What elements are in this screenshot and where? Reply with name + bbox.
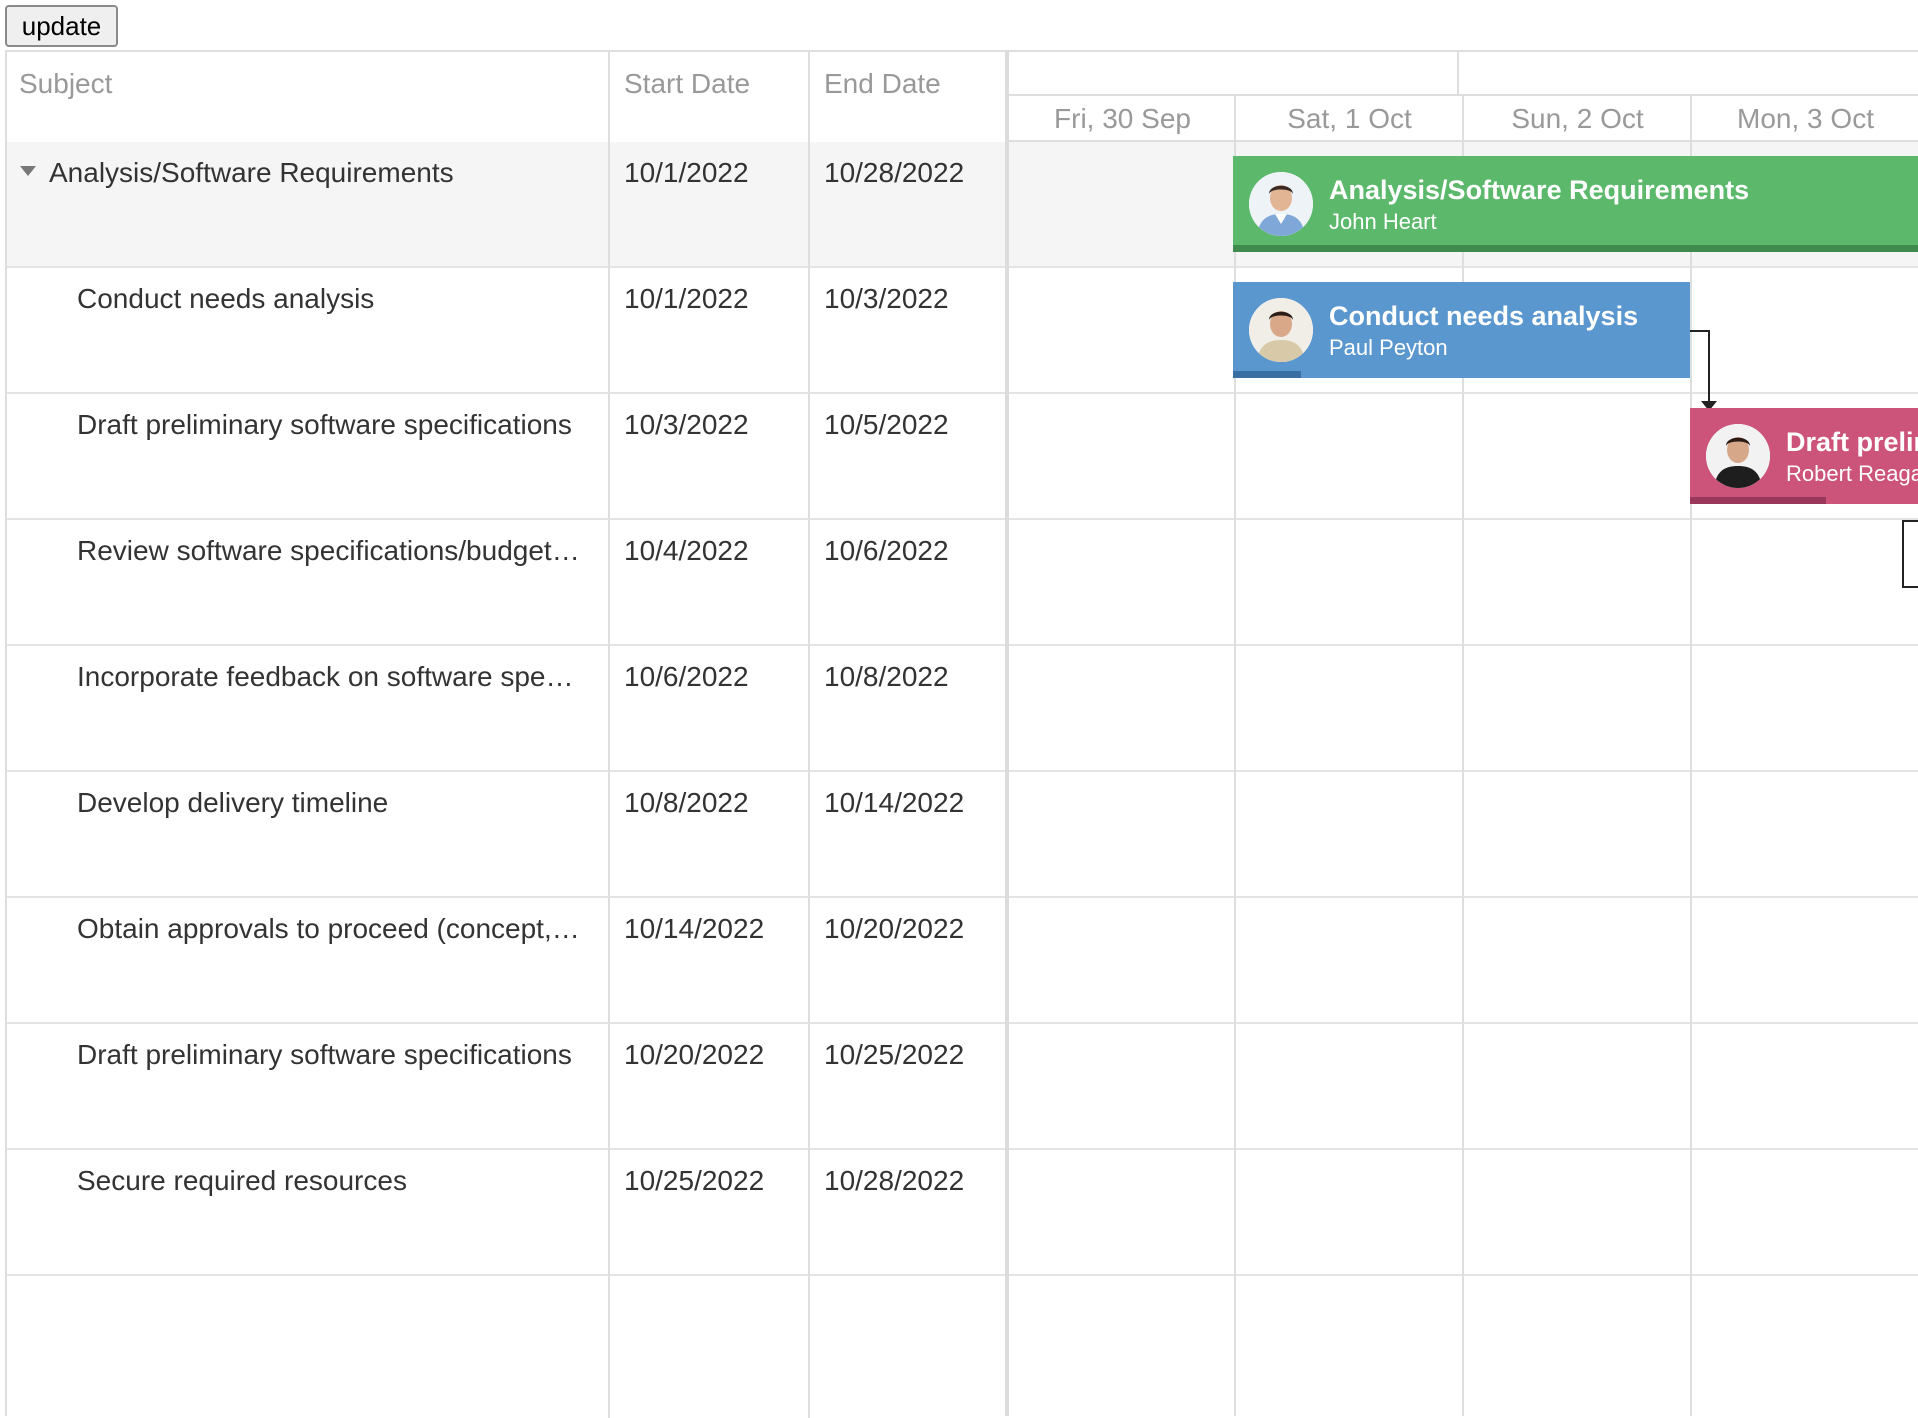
dependency-line [1708,330,1710,402]
end-date-cell: 10/20/2022 [824,913,965,944]
end-date-cell: 10/6/2022 [824,535,949,566]
person-icon [1249,298,1313,362]
task-bar-owner: John Heart [1329,209,1437,234]
start-date-cell: 10/4/2022 [624,535,749,566]
table-row[interactable]: Secure required resources 10/25/2022 10/… [7,1150,1009,1276]
task-bar-owner: Robert Reagan [1786,461,1918,486]
progress-indicator [1233,371,1301,378]
column-header-start-date[interactable]: Start Date [624,52,750,142]
column-divider[interactable] [808,52,810,1418]
day-header: Sun, 2 Oct [1511,103,1644,134]
dependency-line [1902,520,1904,588]
task-bar-draft-specs[interactable]: Draft preliminary software specification… [1690,408,1918,504]
start-date-cell: 10/3/2022 [624,409,749,440]
gantt-timeline: Fri, 30 Sep Sat, 1 Oct Sun, 2 Oct Mon, 3… [1009,50,1918,1416]
start-date-cell: 10/14/2022 [624,913,765,944]
table-row[interactable]: Conduct needs analysis 10/1/2022 10/3/20… [7,268,1009,394]
progress-indicator [1690,497,1826,504]
start-date-cell: 10/25/2022 [624,1165,765,1196]
subject-cell: Draft preliminary software specification… [77,409,572,440]
task-bar-needs-analysis[interactable]: Conduct needs analysis Paul Peyton [1233,282,1690,378]
subject-cell: Draft preliminary software specification… [77,1039,572,1070]
timeline-scale-top [1009,52,1918,96]
scale-divider [1457,52,1459,96]
update-button[interactable]: update [5,5,118,47]
start-date-cell: 10/1/2022 [624,157,749,188]
avatar [1249,298,1313,362]
dependency-line [1902,586,1918,588]
subject-cell: Obtain approvals to proceed (concept,… [77,913,580,944]
column-header-end-date[interactable]: End Date [824,52,941,142]
task-bar-owner: Paul Peyton [1329,335,1448,360]
dependency-line [1690,330,1710,332]
table-row[interactable]: Analysis/Software Requirements 10/1/2022… [7,142,1009,268]
end-date-cell: 10/25/2022 [824,1039,965,1070]
day-header: Sat, 1 Oct [1287,103,1412,134]
subject-cell: Conduct needs analysis [77,283,375,314]
subject-cell: Secure required resources [77,1165,407,1196]
day-header: Fri, 30 Sep [1054,103,1191,134]
table-row[interactable]: Develop delivery timeline 10/8/2022 10/1… [7,772,1009,898]
progress-indicator [1233,245,1918,252]
end-date-cell: 10/28/2022 [824,1165,965,1196]
task-bar-summary[interactable]: Analysis/Software Requirements John Hear… [1233,156,1918,252]
task-bar-title: Analysis/Software Requirements [1329,175,1750,205]
end-date-cell: 10/28/2022 [824,157,965,188]
dependency-line [1902,520,1918,522]
end-date-cell: 10/3/2022 [824,283,949,314]
collapse-arrow-icon[interactable] [20,166,36,176]
task-bar-title: Conduct needs analysis [1329,301,1639,331]
start-date-cell: 10/1/2022 [624,283,749,314]
person-icon [1706,424,1770,488]
subject-cell: Incorporate feedback on software spe… [77,661,574,692]
subject-cell: Analysis/Software Requirements [49,157,454,188]
table-row[interactable]: Draft preliminary software specification… [7,394,1009,520]
day-gridline [1690,96,1692,1416]
table-row[interactable]: Obtain approvals to proceed (concept,… 1… [7,898,1009,1024]
column-header-subject[interactable]: Subject [19,52,112,142]
day-header: Mon, 3 Oct [1737,103,1874,134]
subject-cell: Develop delivery timeline [77,787,389,818]
end-date-cell: 10/8/2022 [824,661,949,692]
start-date-cell: 10/6/2022 [624,661,749,692]
subject-cell: Review software specifications/budget… [77,535,580,566]
table-row[interactable]: Incorporate feedback on software spe… 10… [7,646,1009,772]
task-bar-title: Draft preliminary software specification… [1786,427,1918,457]
avatar [1706,424,1770,488]
end-date-cell: 10/5/2022 [824,409,949,440]
person-icon [1249,172,1313,236]
grid-header: Subject Start Date End Date [7,52,1009,144]
table-row[interactable]: Review software specifications/budget… 1… [7,520,1009,646]
start-date-cell: 10/20/2022 [624,1039,765,1070]
avatar [1249,172,1313,236]
table-row[interactable]: Draft preliminary software specification… [7,1024,1009,1150]
end-date-cell: 10/14/2022 [824,787,965,818]
column-divider[interactable] [608,52,610,1418]
start-date-cell: 10/8/2022 [624,787,749,818]
task-grid: Subject Start Date End Date Analysis/Sof… [5,50,1009,1418]
